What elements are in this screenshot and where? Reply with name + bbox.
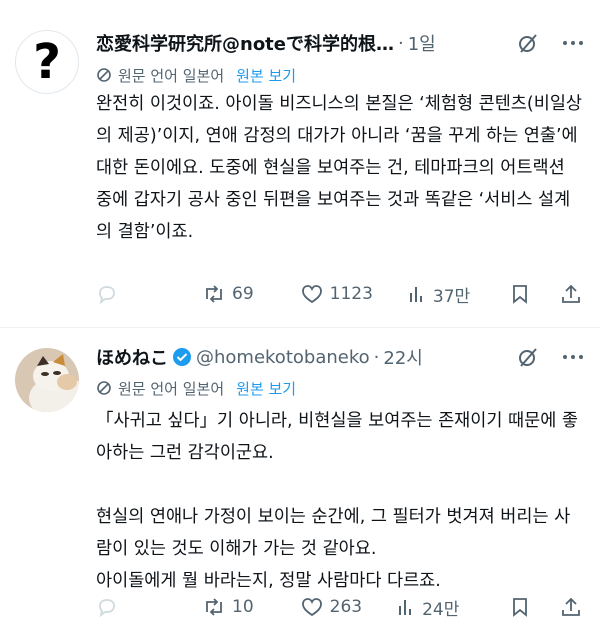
reply-button[interactable]: [96, 596, 118, 618]
repost-button[interactable]: 10: [202, 596, 254, 618]
timestamp[interactable]: 22시: [383, 344, 422, 370]
translate-icon: [96, 67, 112, 83]
action-bar: 69 1123 37만: [96, 281, 582, 307]
like-icon: [300, 283, 324, 305]
views-icon: [396, 597, 416, 617]
translation-note: 원문 언어 일본어: [118, 66, 225, 85]
bookmark-button[interactable]: [510, 283, 530, 305]
more-icon[interactable]: [562, 354, 584, 360]
show-original-link[interactable]: 원본 보기: [236, 65, 296, 86]
more-icon[interactable]: [562, 40, 584, 46]
show-original-link[interactable]: 원본 보기: [236, 378, 296, 399]
author-name[interactable]: 恋愛科学研究所@noteで科学的根…: [96, 30, 394, 56]
reply-icon: [96, 596, 118, 618]
reply-button[interactable]: [96, 283, 118, 305]
translation-note: 원문 언어 일본어: [118, 379, 225, 398]
share-button[interactable]: [560, 596, 582, 618]
verified-icon: [172, 347, 192, 367]
grok-icon[interactable]: [516, 31, 540, 55]
author-handle[interactable]: @homekotobaneko: [196, 347, 370, 368]
like-count: 1123: [329, 284, 373, 304]
repost-button[interactable]: 69: [202, 283, 254, 305]
post-2[interactable]: ほめねこ @homekotobaneko · 22시 원문 언어 일본어 원본 …: [0, 328, 600, 632]
timestamp[interactable]: 1일: [408, 30, 436, 56]
share-icon: [560, 596, 582, 618]
repost-count: 10: [232, 597, 254, 617]
reply-icon: [96, 283, 118, 305]
repost-icon: [202, 283, 226, 305]
translate-icon: [96, 380, 112, 396]
share-button[interactable]: [560, 283, 582, 305]
views-count: 37만: [432, 286, 471, 307]
post-header: 恋愛科学研究所@noteで科学的根… · 1일: [96, 30, 584, 56]
bookmark-icon: [510, 596, 530, 618]
avatar[interactable]: ?: [15, 30, 79, 94]
views-count: 24만: [422, 599, 460, 620]
post-text: 「사귀고 싶다」기 아니라, 비현실을 보여주는 존재이기 때문에 좋아하는 그…: [96, 411, 579, 591]
views-button[interactable]: 24만: [396, 595, 459, 620]
action-bar: 10 263 24만: [96, 594, 582, 620]
post-1[interactable]: ? 恋愛科学研究所@noteで科学的根… · 1일 원문 언어 일본어 원본 보…: [0, 0, 600, 327]
grok-icon[interactable]: [516, 345, 540, 369]
author-name[interactable]: ほめねこ: [96, 344, 168, 370]
like-count: 263: [329, 597, 363, 617]
like-button[interactable]: 263: [300, 596, 362, 618]
views-icon: [407, 284, 427, 304]
views-button[interactable]: 37만: [407, 282, 470, 307]
repost-icon: [202, 596, 226, 618]
bookmark-icon: [510, 283, 530, 305]
share-icon: [560, 283, 582, 305]
like-icon: [300, 596, 324, 618]
translation-bar: 원문 언어 일본어 원본 보기: [96, 64, 296, 86]
bookmark-button[interactable]: [510, 596, 530, 618]
avatar[interactable]: [15, 348, 79, 412]
post-header: ほめねこ @homekotobaneko · 22시: [96, 344, 584, 370]
translation-bar: 원문 언어 일본어 원본 보기: [96, 377, 296, 399]
post-text: 완전히 이것이죠. 아이돌 비즈니스의 본질은 ‘체험형 콘텐츠(비일상의 제공…: [96, 94, 583, 242]
repost-count: 69: [232, 284, 254, 304]
like-button[interactable]: 1123: [300, 283, 373, 305]
